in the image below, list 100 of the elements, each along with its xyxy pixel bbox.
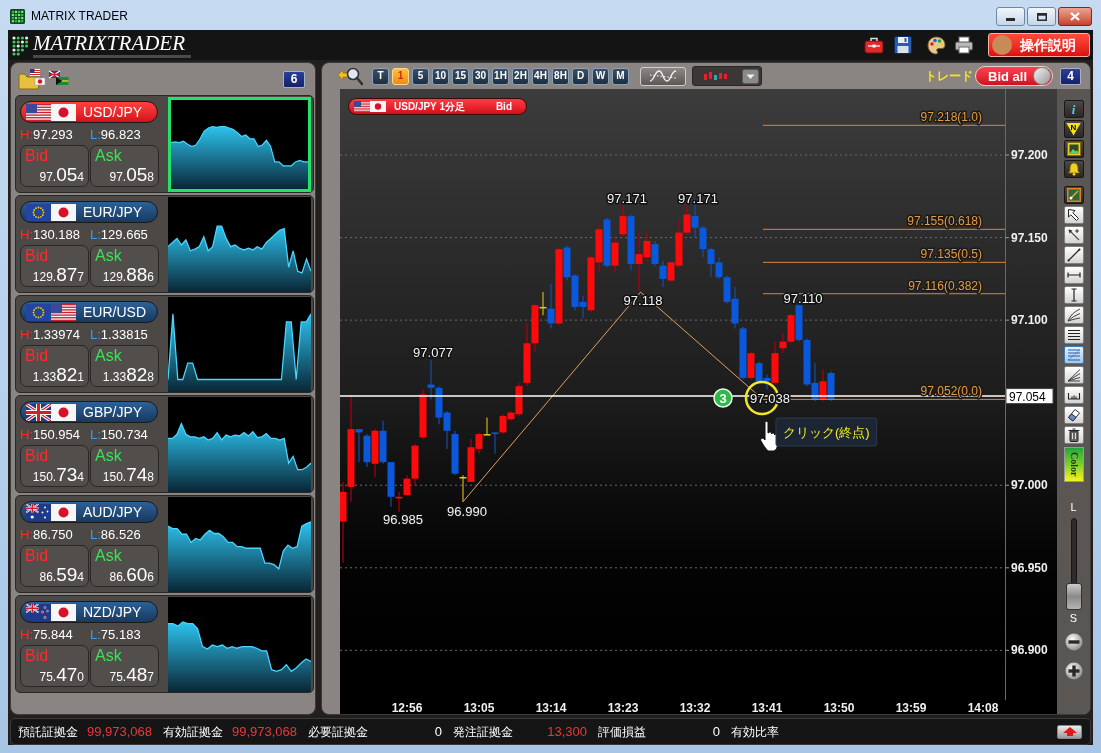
fibonacci-level-label: 97.116(0.382) [908,278,982,293]
ask-quote[interactable]: Ask 1.33828 [90,345,159,387]
high-price: H:97.293 [20,126,74,144]
status-value: 99,973,068 [230,724,297,739]
price-axis-label: 97.000 [1011,478,1048,493]
image-button[interactable] [1063,140,1084,158]
ask-rate: 129.886 [101,265,154,287]
timeframe-button[interactable]: 30 [472,67,489,85]
help-button[interactable]: 操作説明 [988,33,1090,57]
timeframe-button[interactable]: 8H [552,67,569,85]
bid-quote[interactable]: Bid 1.33821 [20,345,89,387]
time-axis-label: 13:05 [463,701,495,714]
currency-pair-tab[interactable]: USD/JPY [20,101,158,123]
timeframe-button[interactable]: 1H [492,67,509,85]
currency-pair-tab[interactable]: EUR/JPY [20,201,158,223]
channel-tool-button[interactable] [1063,326,1084,344]
currency-pair-tab[interactable]: EUR/USD [20,301,158,323]
low-price: L:86.526 [90,526,141,544]
pointer-tool-button[interactable] [1063,206,1084,224]
high-price: H:1.33974 [20,326,81,344]
high-price: H:150.954 [20,426,81,444]
price-axis-label: 96.950 [1011,560,1048,575]
japan-flag-icon [51,103,76,121]
palette-icon[interactable] [927,35,946,55]
time-axis-label: 13:59 [895,701,927,714]
count-badge[interactable]: 6 [283,70,305,88]
select-tool-button[interactable] [1063,226,1084,244]
delete-button[interactable] [1063,426,1084,444]
bid-quote[interactable]: Bid 75.470 [20,645,89,687]
currency-pair-tab[interactable]: GBP/JPY [20,401,158,423]
timeframe-button[interactable]: 10 [432,67,449,85]
slider-thumb[interactable] [1065,583,1082,610]
folder-flags-icon[interactable] [18,68,69,90]
timeframe-button[interactable]: 4H [532,67,549,85]
toolbox-icon[interactable] [864,36,884,54]
fan-tool-button[interactable] [1063,306,1084,324]
ask-label: Ask [95,347,123,365]
eraser-tool-button[interactable] [1063,406,1084,424]
new-zealand-flag-icon [26,603,51,621]
candlestick-chart-icon [703,71,729,81]
angle-tool-button[interactable] [1063,366,1084,384]
currency-pair-tab[interactable]: AUD/JPY [20,501,158,523]
currency-card[interactable]: USD/JPY H:97.293 L:96.823 Bid 97.054 Ask 97.058 [15,95,314,193]
ruler-tool-button[interactable] [1063,386,1084,404]
zoom-out-icon[interactable] [1064,633,1083,651]
fibonacci-tool-button[interactable] [1063,346,1084,364]
timeframe-button[interactable]: 2H [512,67,529,85]
trend-line-tool-button[interactable] [1063,246,1084,264]
bid-all-toggle[interactable]: Bid all [975,66,1053,86]
timeframe-button[interactable]: W [592,67,609,85]
collapse-button[interactable] [1057,724,1082,739]
currency-card[interactable]: AUD/JPY H:86.750 L:86.526 Bid 86.594 Ask 86.606 [15,495,314,593]
bid-quote[interactable]: Bid 129.877 [20,245,89,287]
status-value: 13,300 [546,724,587,739]
timeframe-button[interactable]: M [612,67,629,85]
currency-card[interactable]: NZD/JPY H:75.844 L:75.183 Bid 75.470 Ask 75.487 [15,595,314,693]
status-value: 0 [433,724,442,739]
timeframe-button[interactable]: D [572,67,589,85]
magnifier-arrow-icon[interactable] [337,66,363,86]
maximize-button[interactable] [1027,7,1056,26]
count-badge[interactable]: 4 [1060,67,1081,85]
alert-button[interactable] [1063,160,1084,178]
arrow-cursor-icon [1066,208,1081,222]
color-button[interactable]: Color [1063,447,1084,482]
chart-type-dropdown[interactable] [692,66,762,86]
vertical-line-tool-button[interactable] [1063,286,1084,304]
bid-quote[interactable]: Bid 86.594 [20,545,89,587]
timeframe-button[interactable]: 5 [412,67,429,85]
time-axis-label: 12:56 [391,701,423,714]
close-button[interactable] [1058,7,1092,26]
ask-quote[interactable]: Ask 86.606 [90,545,159,587]
japan-flag-icon [51,403,76,421]
bid-quote[interactable]: Bid 150.734 [20,445,89,487]
currency-card[interactable]: EUR/JPY H:130.188 L:129.665 Bid 129.877 Ask 129.886 [15,195,314,293]
ask-quote[interactable]: Ask 129.886 [90,245,159,287]
ask-quote[interactable]: Ask 75.487 [90,645,159,687]
info-button[interactable]: i [1063,100,1084,118]
timeframe-button[interactable]: T [372,67,389,85]
horizontal-line-tool-button[interactable] [1063,266,1084,284]
minimize-button[interactable] [996,7,1025,26]
drawing-tools-button[interactable] [1063,186,1084,204]
printer-icon[interactable] [955,36,973,54]
chart-title: USD/JPY 1分足 [394,101,465,112]
zoom-in-icon[interactable] [1064,662,1083,680]
bid-rate: 129.877 [31,265,84,287]
ask-quote[interactable]: Ask 150.748 [90,445,159,487]
bid-label: Bid [25,647,50,665]
zoom-slider[interactable] [1065,518,1082,610]
window-title: MATRIX TRADER [31,9,128,23]
ask-quote[interactable]: Ask 97.058 [90,145,159,187]
indicator-button[interactable] [640,66,686,86]
currency-pair-tab[interactable]: NZD/JPY [20,601,158,623]
currency-card[interactable]: GBP/JPY H:150.954 L:150.734 Bid 150.734 Ask 150.748 [15,395,314,493]
news-button[interactable]: N [1063,120,1084,138]
status-label: 有効比率 [731,724,779,739]
timeframe-button[interactable]: 15 [452,67,469,85]
price-label: 97.110 [783,291,823,306]
currency-card[interactable]: EUR/USD H:1.33974 L:1.33815 Bid 1.33821 Ask 1.33828 [15,295,314,393]
bid-quote[interactable]: Bid 97.054 [20,145,89,187]
status-label: 評価損益 [598,724,646,739]
